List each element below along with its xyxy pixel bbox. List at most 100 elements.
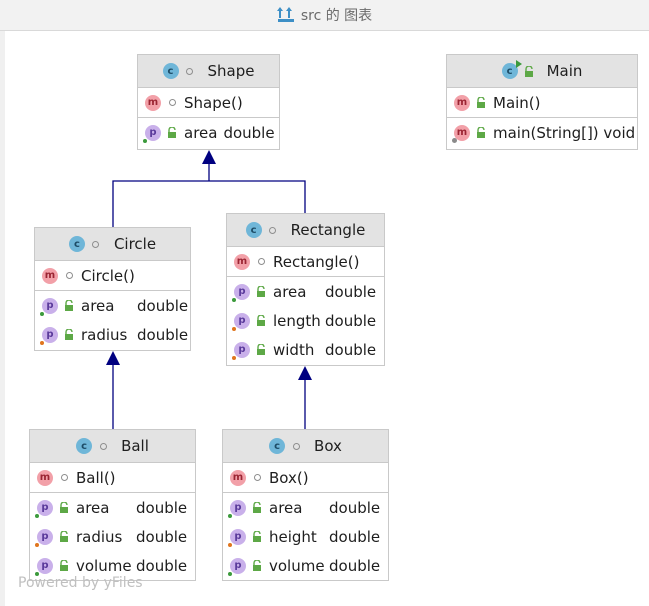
class-name: Box bbox=[314, 437, 342, 455]
method-icon: m bbox=[37, 469, 53, 486]
class-name: Main bbox=[546, 62, 583, 80]
constructor-signature: Box() bbox=[269, 468, 309, 487]
class-icon: c bbox=[269, 438, 286, 454]
package-private-icon bbox=[256, 258, 266, 265]
class-node-ball[interactable]: c Ball m Ball() p area double p radius d… bbox=[29, 429, 196, 581]
package-private-icon bbox=[64, 272, 74, 279]
class-header: c Rectangle bbox=[227, 214, 384, 247]
class-icon: c bbox=[162, 63, 179, 79]
class-node-rectangle[interactable]: c Rectangle m Rectangle() p area double … bbox=[226, 213, 385, 366]
field-name: area bbox=[76, 498, 110, 517]
property-icon: p bbox=[232, 283, 250, 302]
property-icon: p bbox=[228, 557, 246, 576]
field-row[interactable]: p area double bbox=[223, 493, 388, 522]
constructor-row[interactable]: m Shape() bbox=[138, 88, 279, 117]
class-name: Rectangle bbox=[290, 221, 366, 239]
property-icon: p bbox=[143, 124, 161, 143]
class-name: Circle bbox=[113, 235, 157, 253]
package-private-icon bbox=[252, 474, 262, 481]
field-row[interactable]: p area double bbox=[138, 118, 279, 147]
field-type: double bbox=[137, 296, 189, 315]
package-private-icon bbox=[268, 226, 278, 234]
public-lock-icon bbox=[252, 560, 262, 571]
public-lock-icon bbox=[476, 127, 486, 138]
static-method-icon: m bbox=[452, 124, 470, 143]
yfiles-watermark: Powered by yFiles bbox=[18, 575, 143, 591]
field-type: double bbox=[136, 498, 188, 517]
method-row[interactable]: m main(String[]) void bbox=[447, 118, 637, 147]
public-lock-icon bbox=[256, 344, 266, 355]
public-lock-icon bbox=[59, 560, 69, 571]
class-icon: c bbox=[245, 222, 262, 238]
fields-section: p area double p height double p volume d… bbox=[223, 493, 388, 580]
constructors-section: m Box() bbox=[223, 463, 388, 493]
class-node-box[interactable]: c Box m Box() p area double p height dou… bbox=[222, 429, 389, 581]
field-row[interactable]: p radius double bbox=[30, 522, 195, 551]
fields-section: p area double p radius double bbox=[35, 291, 190, 349]
diagram-canvas[interactable]: c Shape m Shape() p area double c Main m… bbox=[0, 0, 649, 606]
constructor-signature: Main() bbox=[493, 93, 541, 112]
class-header: c Shape bbox=[138, 55, 279, 88]
constructors-section: m Shape() bbox=[138, 88, 279, 118]
field-type: double bbox=[329, 498, 381, 517]
constructor-row[interactable]: m Circle() bbox=[35, 261, 190, 290]
field-name: length bbox=[273, 311, 321, 330]
inheritance-arrowhead-circle bbox=[106, 351, 120, 365]
field-name: volume bbox=[269, 556, 325, 575]
fields-section: p area double p radius double p volume d… bbox=[30, 493, 195, 580]
property-icon: p bbox=[228, 528, 246, 547]
public-lock-icon bbox=[256, 315, 266, 326]
constructors-section: m Rectangle() bbox=[227, 247, 384, 277]
property-icon: p bbox=[228, 499, 246, 518]
constructors-section: m Ball() bbox=[30, 463, 195, 493]
methods-section: m main(String[]) void bbox=[447, 118, 637, 147]
constructor-signature: Ball() bbox=[76, 468, 116, 487]
constructor-signature: Rectangle() bbox=[273, 252, 360, 271]
package-private-icon bbox=[167, 99, 177, 106]
class-header: c Ball bbox=[30, 430, 195, 463]
field-name: width bbox=[273, 340, 315, 359]
class-header: c Box bbox=[223, 430, 388, 463]
field-row[interactable]: p radius double bbox=[35, 320, 190, 349]
constructors-section: m Circle() bbox=[35, 261, 190, 291]
field-type: double bbox=[223, 123, 275, 142]
public-lock-icon bbox=[64, 329, 74, 340]
field-row[interactable]: p height double bbox=[223, 522, 388, 551]
fields-section: p area double bbox=[138, 118, 279, 147]
package-private-icon bbox=[59, 474, 69, 481]
public-lock-icon bbox=[252, 502, 262, 513]
field-type: double bbox=[136, 556, 188, 575]
class-node-shape[interactable]: c Shape m Shape() p area double bbox=[137, 54, 280, 150]
field-type: double bbox=[325, 282, 377, 301]
field-name: area bbox=[273, 282, 307, 301]
property-icon: p bbox=[232, 341, 250, 360]
field-row[interactable]: p area double bbox=[227, 277, 384, 306]
property-icon: p bbox=[35, 557, 53, 576]
constructor-row[interactable]: m Rectangle() bbox=[227, 247, 384, 276]
class-node-circle[interactable]: c Circle m Circle() p area double p radi… bbox=[34, 227, 191, 351]
class-node-main[interactable]: c Main m Main() m main(String[]) void bbox=[446, 54, 638, 150]
property-icon: p bbox=[35, 499, 53, 518]
constructor-row[interactable]: m Main() bbox=[447, 88, 637, 117]
package-private-icon bbox=[98, 442, 108, 450]
field-row[interactable]: p length double bbox=[227, 306, 384, 335]
method-icon: m bbox=[145, 94, 161, 111]
field-name: radius bbox=[76, 527, 123, 546]
property-icon: p bbox=[40, 326, 58, 345]
public-lock-icon bbox=[59, 502, 69, 513]
public-lock-icon bbox=[64, 300, 74, 311]
class-icon: c bbox=[76, 438, 93, 454]
property-icon: p bbox=[232, 312, 250, 331]
constructor-row[interactable]: m Ball() bbox=[30, 463, 195, 492]
inheritance-arrowhead-rectangle bbox=[298, 366, 312, 380]
constructor-row[interactable]: m Box() bbox=[223, 463, 388, 492]
field-row[interactable]: p area double bbox=[30, 493, 195, 522]
field-row[interactable]: p width double bbox=[227, 335, 384, 364]
field-row[interactable]: p area double bbox=[35, 291, 190, 320]
field-type: double bbox=[137, 325, 189, 344]
field-row[interactable]: p volume double bbox=[223, 551, 388, 580]
class-name: Shape bbox=[207, 62, 255, 80]
field-name: volume bbox=[76, 556, 132, 575]
method-signature: main(String[]) void bbox=[493, 123, 636, 142]
package-private-icon bbox=[291, 442, 301, 450]
